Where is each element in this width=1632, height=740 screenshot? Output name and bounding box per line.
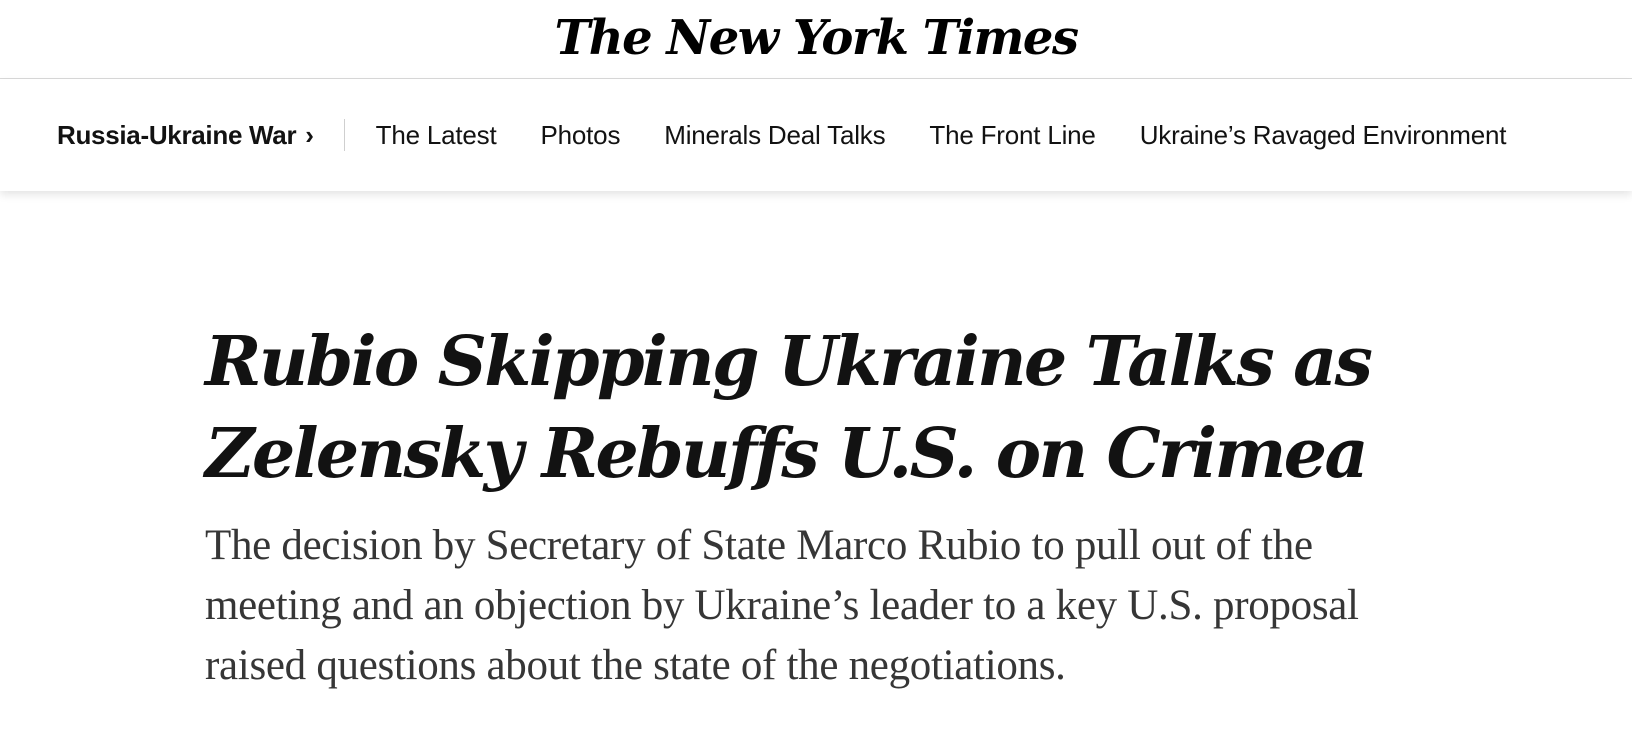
article-header: Rubio Skipping Ukraine Talks as Zelensky… (205, 316, 1465, 696)
section-title-link[interactable]: Russia-Ukraine War › (57, 120, 314, 151)
nav-link-the-latest[interactable]: The Latest (376, 120, 497, 151)
chevron-right-icon: › (305, 119, 314, 150)
nav-divider (343, 119, 345, 151)
article-summary: The decision by Secretary of State Marco… (205, 522, 1359, 689)
nav-link-the-front-line[interactable]: The Front Line (929, 120, 1095, 151)
section-nav: Russia-Ukraine War › The Latest Photos M… (0, 79, 1632, 191)
masthead: The New York Times (0, 0, 1632, 79)
headline-line-1: Rubio Skipping Ukraine Talks as (205, 322, 1373, 402)
nav-link-minerals-deal-talks[interactable]: Minerals Deal Talks (664, 120, 885, 151)
section-title-label: Russia-Ukraine War (57, 119, 297, 150)
nav-link-photos[interactable]: Photos (541, 120, 621, 151)
headline-line-2: Zelensky Rebuffs U.S. on Crimea (205, 414, 1369, 494)
section-nav-inner: Russia-Ukraine War › The Latest Photos M… (57, 79, 1506, 191)
nav-link-ukraines-ravaged-environment[interactable]: Ukraine’s Ravaged Environment (1140, 120, 1507, 151)
nyt-logo[interactable]: The New York Times (0, 8, 1632, 68)
article-headline: Rubio Skipping Ukraine Talks as Zelensky… (205, 316, 1465, 500)
